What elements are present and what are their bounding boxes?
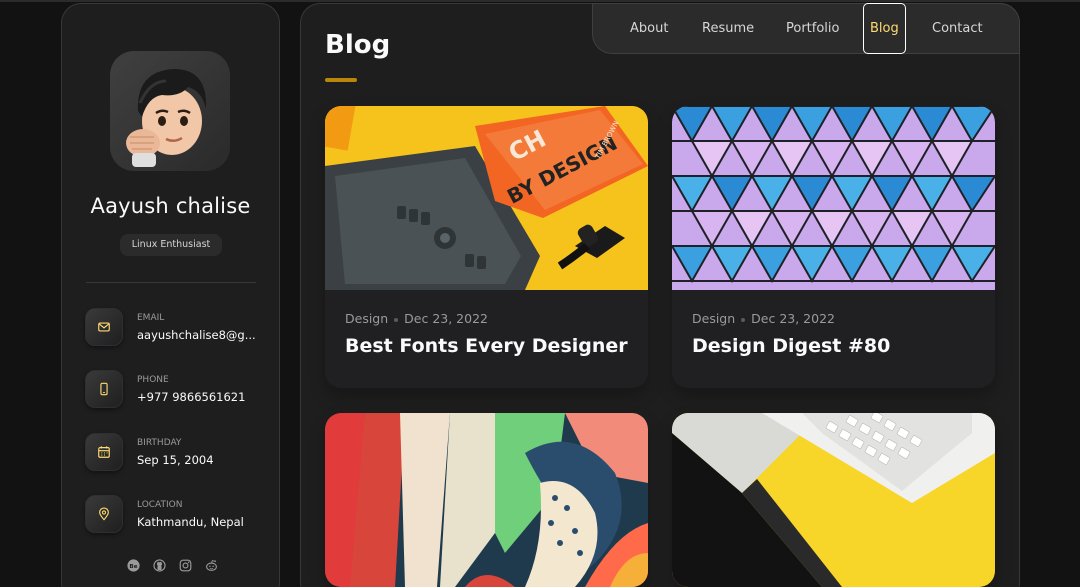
svg-text:Be: Be [129, 563, 137, 569]
social-links: Be [126, 558, 218, 572]
nav-contact[interactable]: Contact [932, 4, 983, 53]
contact-location: LOCATION Kathmandu, Nepal [85, 495, 265, 535]
sidebar: Aayush chalise Linux Enthusiast EMAIL aa… [61, 3, 280, 587]
profile-title-badge: Linux Enthusiast [120, 234, 222, 256]
separator-dot [394, 317, 399, 322]
phone-link[interactable]: +977 9866561621 [137, 390, 257, 404]
email-link[interactable]: aayushchalise8@g... [137, 328, 257, 342]
post-title[interactable]: Design Digest #80 [692, 335, 890, 357]
birthday-value: Sep 15, 2004 [137, 453, 214, 467]
github-icon[interactable] [152, 558, 166, 572]
instagram-icon[interactable] [178, 558, 192, 572]
nav-blog[interactable]: Blog [863, 3, 906, 54]
location-value: Kathmandu, Nepal [137, 515, 244, 529]
profile-name: Aayush chalise [90, 194, 251, 218]
top-border [0, 0, 1080, 2]
post-thumbnail[interactable] [672, 413, 995, 587]
avatar [110, 51, 230, 171]
contact-birthday: BIRTHDAY Sep 15, 2004 [85, 433, 265, 473]
behance-icon[interactable]: Be [126, 558, 140, 572]
post-thumbnail[interactable] [325, 413, 648, 587]
location-pin-icon [85, 495, 123, 533]
page-title: Blog [325, 30, 391, 60]
nav-resume[interactable]: Resume [702, 4, 754, 53]
post-category: Design [345, 311, 389, 326]
contact-label: PHONE [137, 375, 169, 385]
avatar-memoji-icon [126, 69, 207, 167]
blog-post-card[interactable]: CH BY DESIGN TIM BROWN Design Dec 23, 202… [325, 106, 648, 388]
post-meta: Design Dec 23, 2022 [345, 311, 488, 326]
mail-icon [85, 308, 123, 346]
post-category: Design [692, 311, 736, 326]
reddit-icon[interactable] [204, 558, 218, 572]
contact-label: BIRTHDAY [137, 438, 182, 448]
contact-label: LOCATION [137, 500, 183, 510]
divider [86, 282, 256, 283]
nav-about[interactable]: About [630, 4, 668, 53]
separator-dot [741, 317, 746, 322]
post-date: Dec 23, 2022 [751, 311, 835, 326]
title-underline [325, 78, 357, 82]
blog-post-card[interactable] [325, 413, 648, 587]
post-thumbnail[interactable]: CH BY DESIGN TIM BROWN [325, 106, 648, 290]
contact-label: EMAIL [137, 313, 165, 323]
post-meta: Design Dec 23, 2022 [692, 311, 835, 326]
phone-icon [85, 370, 123, 408]
blog-post-card[interactable]: Design Dec 23, 2022 Design Digest #80 [672, 106, 995, 388]
post-thumbnail[interactable] [672, 106, 995, 290]
contact-email: EMAIL aayushchalise8@g... [85, 308, 265, 348]
contact-phone: PHONE +977 9866561621 [85, 370, 265, 410]
nav-portfolio[interactable]: Portfolio [786, 4, 839, 53]
blog-post-card[interactable] [672, 413, 995, 587]
post-date: Dec 23, 2022 [404, 311, 488, 326]
post-title[interactable]: Best Fonts Every Designer [345, 335, 628, 357]
navbar: About Resume Portfolio Blog Contact [592, 3, 1020, 54]
calendar-icon [85, 433, 123, 471]
